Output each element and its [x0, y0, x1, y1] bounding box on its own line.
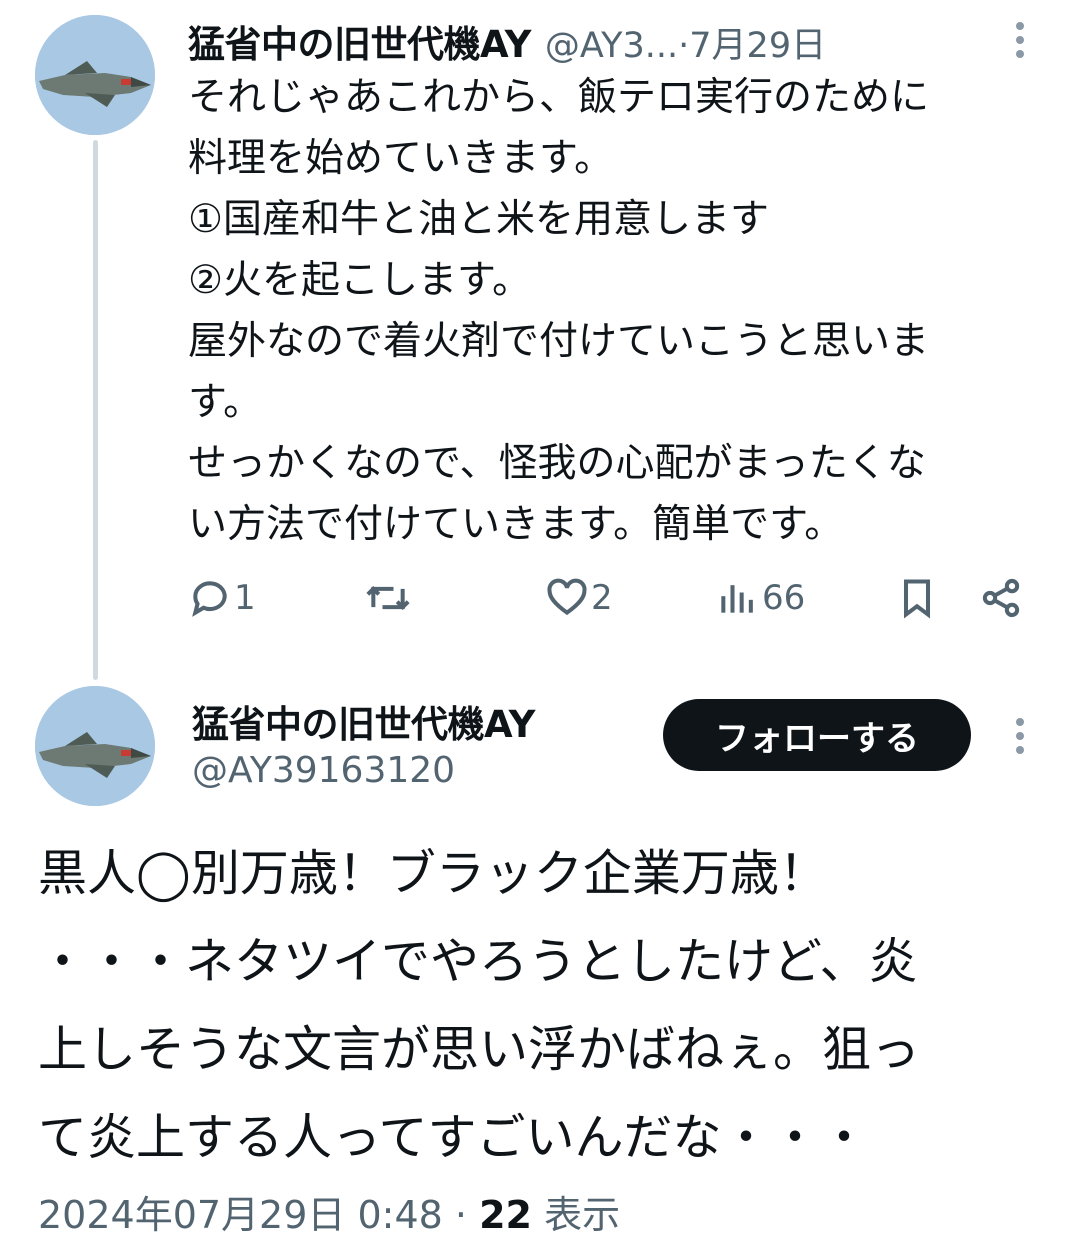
separator: · [678, 26, 690, 66]
share-button[interactable] [978, 576, 1024, 620]
like-icon [547, 578, 587, 616]
retweet-button[interactable] [364, 576, 414, 620]
view-count: 22 [479, 1193, 532, 1237]
views-icon [721, 585, 753, 613]
tweet-text: 黒人◯別万歳！ブラック企業万歳！ ・・・ネタツイでやろうとしたけど、炎 上しそう… [38, 845, 921, 1166]
view-label: 表示 [544, 1193, 621, 1237]
like-button[interactable]: 2 [545, 576, 613, 620]
avatar-jet-image [35, 15, 155, 135]
thread-line [93, 140, 98, 680]
bookmark-icon [903, 579, 931, 619]
avatar-jet-image [35, 686, 155, 806]
user-handle[interactable]: @AY39163120 [192, 750, 455, 791]
follow-button[interactable]: フォローする [663, 699, 971, 771]
more-vertical-icon[interactable] [1009, 18, 1031, 69]
avatar[interactable] [35, 686, 155, 806]
views-count: 66 [762, 578, 806, 618]
reply-icon [192, 581, 227, 617]
separator: · [442, 1193, 480, 1237]
user-handle[interactable]: @AY3... [545, 26, 678, 66]
display-name[interactable]: 猛省中の旧世代機AY [192, 694, 535, 748]
share-icon [982, 578, 1020, 618]
tweet-footer: 2024年07月29日 0:48 · 22 表示 [38, 1184, 620, 1239]
tweet-timestamp[interactable]: 2024年07月29日 0:48 [38, 1193, 443, 1237]
bookmark-button[interactable] [895, 576, 939, 620]
thread-tweet-header: 猛省中の旧世代機AY @AY3... · 7月29日 [188, 14, 826, 68]
reply-button[interactable]: 1 [188, 576, 256, 620]
retweet-icon [366, 585, 410, 611]
like-count: 2 [591, 578, 613, 618]
tweet-date[interactable]: 7月29日 [689, 17, 826, 68]
more-vertical-icon[interactable] [1009, 714, 1031, 765]
reply-count: 1 [234, 578, 256, 618]
tweet-text: それじゃあこれから、飯テロ実行のために 料理を始めていきます。 ①国産和牛と油と… [188, 75, 930, 547]
avatar[interactable] [35, 15, 155, 135]
display-name[interactable]: 猛省中の旧世代機AY [188, 14, 531, 68]
views-button[interactable]: 66 [716, 576, 805, 620]
